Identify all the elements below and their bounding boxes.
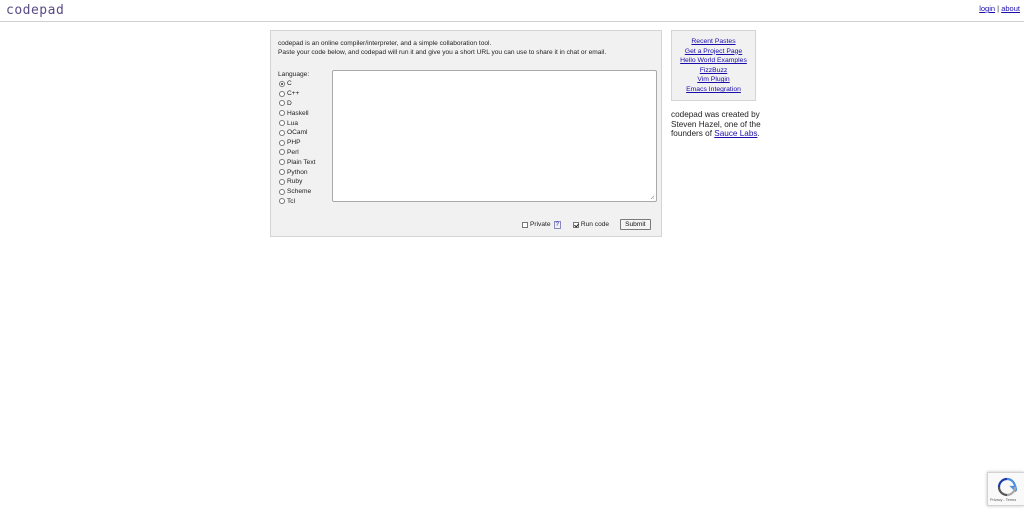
language-radio-group: C C++ D Haskell Lua OCaml PHP Perl Plain Text Pyt… (279, 79, 315, 206)
language-option[interactable]: Lua (279, 118, 315, 128)
private-checkbox[interactable] (522, 221, 528, 228)
sidebar-link[interactable]: Hello World Examples (672, 56, 755, 66)
intro-text: codepad is an online compiler/interprete… (278, 39, 606, 57)
paste-form: codepad is an online compiler/interprete… (270, 30, 662, 237)
language-radio[interactable] (279, 120, 285, 127)
language-option[interactable]: C++ (279, 89, 315, 99)
page-header: codepad login | about (0, 0, 1024, 22)
sidebar-link[interactable]: Vim Plugin (672, 75, 755, 85)
language-radio[interactable] (279, 129, 285, 136)
language-option-label: Haskell (287, 109, 309, 117)
language-option[interactable]: Scheme (279, 187, 315, 197)
recaptcha-terms[interactable]: Privacy - Terms (990, 498, 1016, 502)
sauce-labs-link[interactable]: Sauce Labs (714, 129, 757, 138)
language-label: Language: (278, 71, 310, 78)
language-option-label: C++ (287, 90, 300, 98)
language-option-label: Python (287, 168, 308, 176)
link-separator: | (997, 4, 1000, 13)
language-option-label: C (287, 80, 292, 88)
language-option[interactable]: Haskell (279, 108, 315, 118)
sidebar-link[interactable]: Emacs Integration (672, 85, 755, 95)
language-option[interactable]: Python (279, 167, 315, 177)
login-link[interactable]: login (979, 4, 995, 13)
site-logo[interactable]: codepad (6, 3, 64, 18)
sidebar-link[interactable]: FizzBuzz (672, 66, 755, 76)
language-option-label: Scheme (287, 188, 312, 196)
language-radio[interactable] (279, 80, 285, 87)
credit-suffix: . (757, 129, 760, 139)
about-link[interactable]: about (1001, 4, 1020, 13)
code-input[interactable] (332, 70, 657, 202)
language-option-label: OCaml (287, 129, 308, 137)
sidebar-link[interactable]: Get a Project Page (672, 47, 755, 57)
submit-button[interactable]: Submit (620, 219, 651, 230)
language-radio[interactable] (279, 169, 285, 176)
intro-line-2: Paste your code below, and codepad will … (278, 49, 607, 56)
language-option[interactable]: Tcl (279, 197, 315, 207)
credit-text: codepad was created by Steven Hazel, one… (671, 110, 761, 139)
language-option-label: Tcl (287, 197, 296, 205)
private-label: Private (530, 221, 551, 228)
paste-options: Private ? Run code Submit (522, 219, 651, 230)
language-option-label: Lua (287, 119, 299, 127)
language-option-label: Plain Text (287, 158, 316, 166)
recaptcha-badge[interactable]: Privacy - Terms (987, 472, 1024, 506)
language-radio[interactable] (279, 159, 285, 166)
sidebar-link[interactable]: Recent Pastes (672, 37, 755, 47)
language-radio[interactable] (279, 188, 285, 195)
language-radio[interactable] (279, 178, 285, 185)
language-radio[interactable] (279, 198, 285, 205)
run-code-label: Run code (580, 221, 610, 228)
language-radio[interactable] (279, 110, 285, 117)
language-option[interactable]: Plain Text (279, 157, 315, 167)
language-option-label: Ruby (287, 178, 303, 186)
language-option[interactable]: D (279, 99, 315, 109)
language-option[interactable]: OCaml (279, 128, 315, 138)
sidebar-links: Recent Pastes Get a Project Page Hello Wor… (671, 30, 756, 101)
run-code-checkbox[interactable] (572, 221, 579, 228)
private-help-link[interactable]: ? (553, 220, 561, 229)
language-radio[interactable] (279, 100, 285, 107)
language-option[interactable]: C (279, 79, 315, 89)
language-option[interactable]: PHP (279, 138, 315, 148)
language-option[interactable]: Ruby (279, 177, 315, 187)
language-radio[interactable] (279, 139, 285, 146)
language-option-label: Perl (287, 148, 299, 156)
language-option-label: PHP (287, 139, 301, 147)
language-option-label: D (287, 99, 292, 107)
language-option[interactable]: Perl (279, 148, 315, 158)
account-links: login | about (979, 4, 1020, 13)
recaptcha-icon (997, 477, 1017, 497)
language-radio[interactable] (279, 90, 285, 97)
language-radio[interactable] (279, 149, 285, 156)
intro-line-1: codepad is an online compiler/interprete… (278, 40, 492, 47)
